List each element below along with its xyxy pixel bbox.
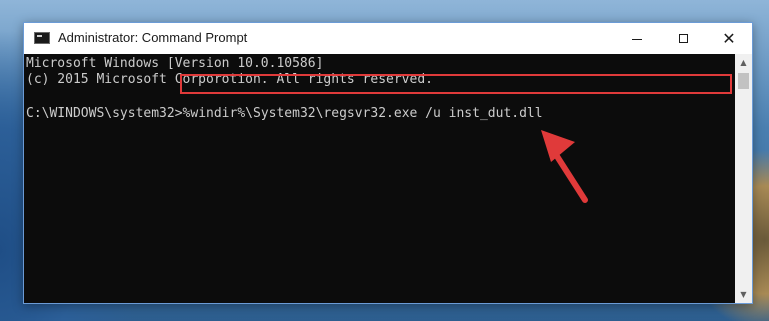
title-bar[interactable]: Administrator: Command Prompt ✕: [24, 23, 752, 54]
minimize-button[interactable]: [614, 23, 660, 54]
maximize-icon: [678, 34, 688, 43]
minimize-icon: [632, 39, 642, 40]
close-button[interactable]: ✕: [706, 23, 752, 54]
scroll-up-icon[interactable]: ▲: [735, 54, 752, 71]
cmd-icon: [34, 32, 50, 44]
vertical-scrollbar[interactable]: ▲ ▼: [735, 54, 752, 303]
window-title: Administrator: Command Prompt: [58, 30, 248, 45]
command-prompt-path: C:\WINDOWS\system32>: [26, 106, 183, 121]
close-icon: ✕: [722, 28, 736, 48]
scroll-down-icon[interactable]: ▼: [735, 286, 752, 303]
command-highlight-box: [180, 74, 732, 94]
scroll-thumb[interactable]: [738, 73, 749, 89]
command-text: %windir%\System32\regsvr32.exe /u inst_d…: [182, 106, 543, 121]
command-prompt-window[interactable]: Administrator: Command Prompt ✕ Microsof…: [23, 22, 753, 304]
command-line[interactable]: C:\WINDOWS\system32>%windir%\System32\re…: [26, 106, 543, 122]
console-line: Microsoft Windows [Version 10.0.10586]: [26, 56, 324, 71]
maximize-button[interactable]: [660, 23, 706, 54]
pointer-arrow-icon: [541, 130, 588, 203]
